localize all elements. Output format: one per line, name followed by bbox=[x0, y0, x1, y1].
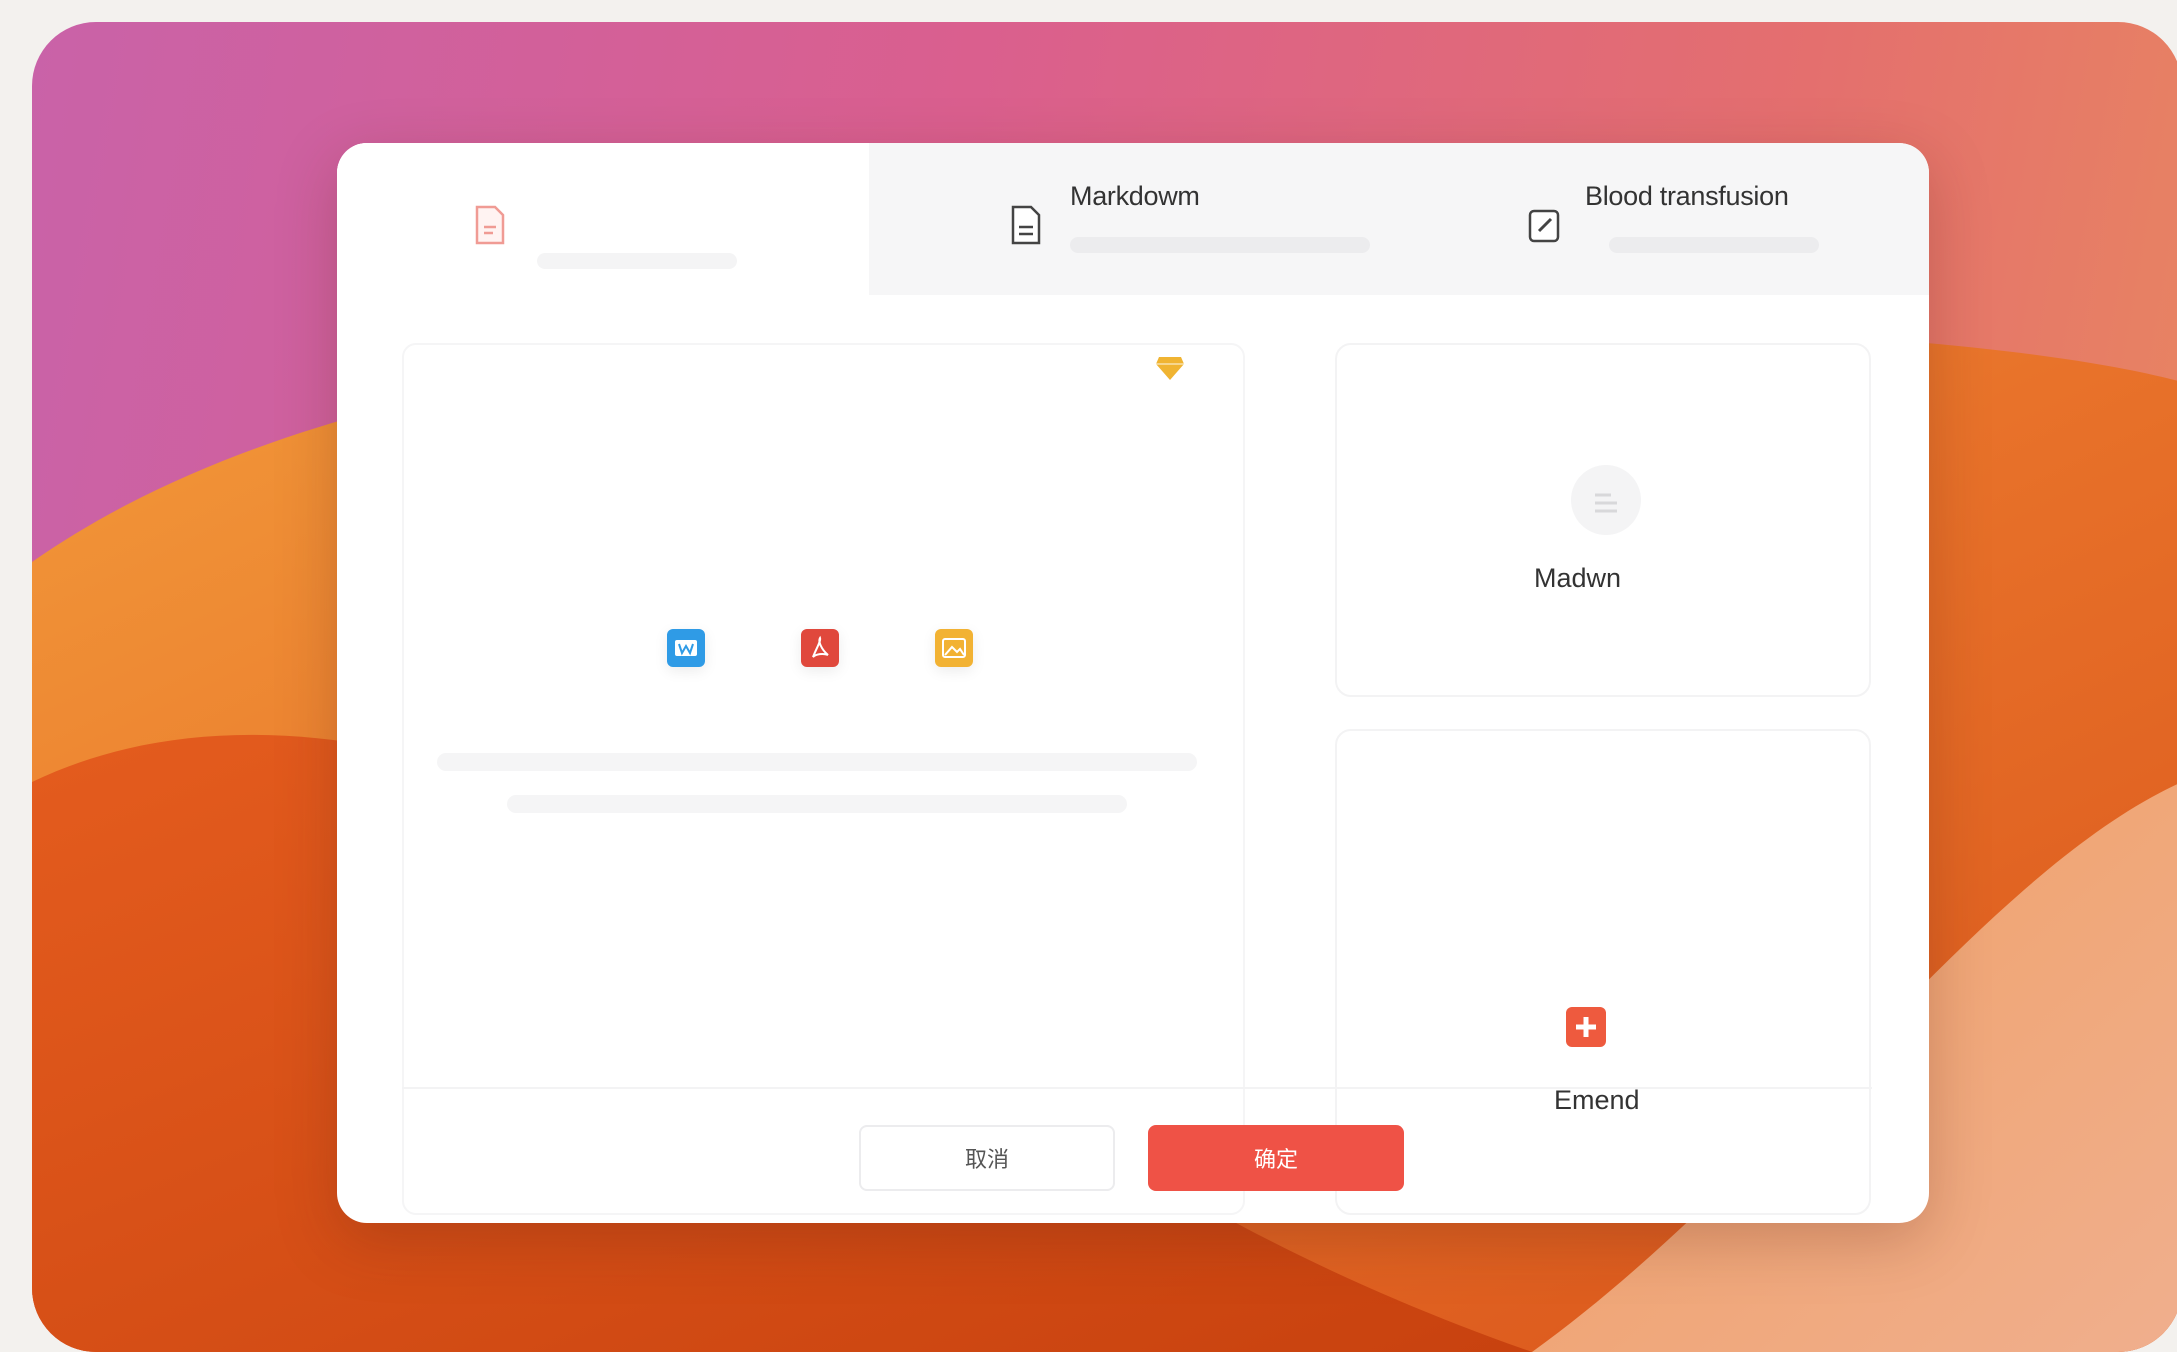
new-document-dialog: Markdowm Blood transfusion Madwn Emend 取… bbox=[337, 143, 1929, 1223]
supported-file-types bbox=[667, 629, 973, 667]
image-file-icon bbox=[935, 629, 973, 667]
plus-square-icon bbox=[1566, 1007, 1606, 1047]
upload-hint-placeholder bbox=[437, 753, 1197, 771]
footer-divider bbox=[402, 1087, 1872, 1089]
word-file-icon bbox=[667, 629, 705, 667]
tab-markdown[interactable]: Markdowm bbox=[869, 143, 1399, 295]
tab-subtitle-placeholder bbox=[1070, 237, 1370, 253]
tab-subtitle-placeholder bbox=[1609, 237, 1819, 253]
document-icon bbox=[1009, 205, 1043, 245]
markdown-card-label: Madwn bbox=[1534, 563, 1622, 593]
confirm-button[interactable]: 确定 bbox=[1148, 1125, 1404, 1191]
emend-card[interactable]: Emend bbox=[1335, 729, 1871, 1215]
gem-icon bbox=[1155, 355, 1185, 381]
upload-hint-placeholder bbox=[507, 795, 1127, 813]
tab-markdown-label: Markdowm bbox=[1070, 181, 1200, 211]
tab-blood-transfusion-label: Blood transfusion bbox=[1585, 181, 1789, 211]
tab-subtitle-placeholder bbox=[537, 253, 737, 269]
tab-blood-transfusion[interactable]: Blood transfusion bbox=[1399, 143, 1929, 295]
markdown-file-icon bbox=[1571, 465, 1641, 535]
edit-icon bbox=[1527, 205, 1561, 245]
cancel-button[interactable]: 取消 bbox=[859, 1125, 1115, 1191]
tab-bar: Markdowm Blood transfusion bbox=[337, 143, 1929, 295]
emend-card-label: Emend bbox=[1554, 1085, 1640, 1115]
pdf-file-icon bbox=[801, 629, 839, 667]
file-upload-area[interactable] bbox=[402, 343, 1245, 1215]
tab-document[interactable] bbox=[337, 143, 869, 295]
document-icon bbox=[473, 205, 507, 245]
markdown-card[interactable]: Madwn bbox=[1335, 343, 1871, 697]
